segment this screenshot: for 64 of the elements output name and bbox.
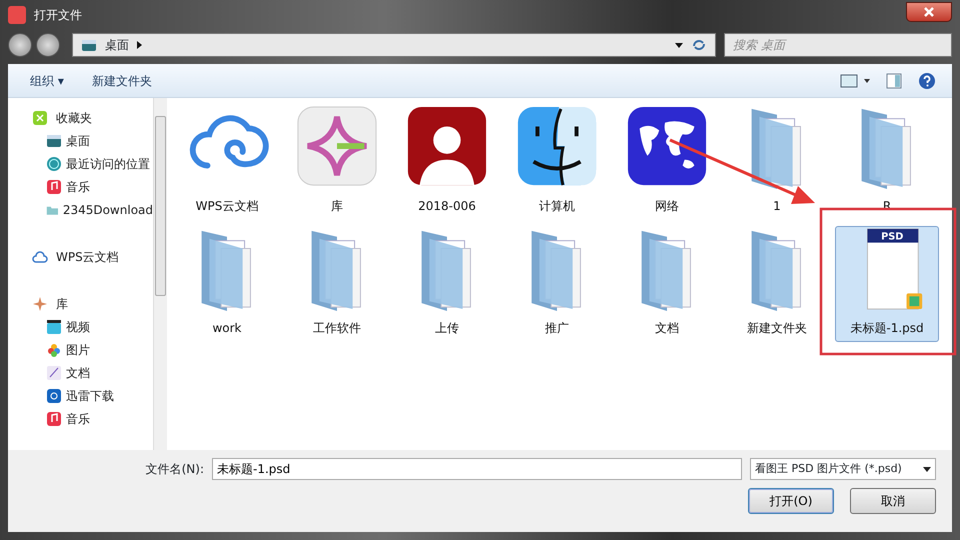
- toolbar-button[interactable]: 新建文件夹: [86, 70, 158, 90]
- file-item[interactable]: 上传: [395, 226, 499, 342]
- dropdown-arrow-icon[interactable]: [923, 466, 931, 472]
- sparkle-icon: [32, 296, 48, 312]
- file-item[interactable]: 库: [285, 104, 389, 220]
- file-item[interactable]: 文档: [615, 226, 719, 342]
- sidebar-item[interactable]: 音乐: [66, 410, 90, 428]
- pen-icon: [46, 364, 62, 380]
- document-icon: [866, 228, 919, 310]
- filetype-dropdown[interactable]: 看图王 PSD 图片文件 (*.psd): [750, 458, 936, 480]
- dropdown-arrow-icon[interactable]: [675, 42, 683, 48]
- file-item[interactable]: WPS云文档: [175, 104, 279, 220]
- chevron-icon[interactable]: [137, 41, 143, 49]
- scrollbar-thumb[interactable]: [155, 116, 166, 296]
- flower-icon: [46, 342, 62, 358]
- app-icon: [8, 6, 26, 24]
- preview-pane-icon[interactable]: [886, 72, 902, 88]
- refresh-icon[interactable]: [691, 38, 707, 52]
- sidebar-group[interactable]: WPS云文档: [56, 248, 119, 266]
- view-icon[interactable]: [840, 74, 870, 88]
- file-item[interactable]: PSD 未标题-1.psd: [835, 226, 939, 342]
- desktop-icon: [81, 38, 97, 52]
- sidebar-item[interactable]: 音乐: [66, 178, 90, 196]
- sidebar-item[interactable]: 桌面: [66, 132, 90, 150]
- sidebar-item[interactable]: 文档: [66, 364, 90, 382]
- file-item[interactable]: 1: [725, 104, 829, 220]
- music-note-icon: [46, 178, 62, 194]
- sidebar-item[interactable]: 2345Download: [62, 200, 153, 218]
- address-bar[interactable]: 桌面: [72, 33, 716, 57]
- sidebar-item[interactable]: 图片: [66, 340, 90, 358]
- desktop-icon: [46, 132, 62, 148]
- forward-button[interactable]: [36, 33, 60, 57]
- file-item[interactable]: 2018-006: [395, 104, 499, 220]
- cancel-button[interactable]: 取消: [850, 488, 936, 514]
- download-icon: [46, 388, 62, 404]
- open-button[interactable]: 打开(O): [748, 488, 834, 514]
- clapper-icon: [46, 318, 62, 334]
- sidebar-item[interactable]: 迅雷下载: [66, 386, 114, 404]
- filename-label: 文件名(N):: [146, 461, 204, 478]
- file-item[interactable]: 工作软件: [285, 226, 389, 342]
- cloud-icon: [32, 248, 48, 264]
- picture-badge-icon: [906, 293, 922, 310]
- file-item[interactable]: 推广: [505, 226, 609, 342]
- scrollbar[interactable]: [153, 98, 167, 450]
- toolbar-button[interactable]: 组织 ▾: [24, 70, 70, 90]
- help-icon[interactable]: [918, 72, 936, 90]
- file-item[interactable]: work: [175, 226, 279, 342]
- music-note-icon: [46, 410, 62, 426]
- file-item[interactable]: 新建文件夹: [725, 226, 829, 342]
- close-button[interactable]: [906, 2, 952, 22]
- search-field[interactable]: 搜索 桌面: [724, 33, 952, 57]
- file-item[interactable]: 网络: [615, 104, 719, 220]
- file-item[interactable]: 计算机: [505, 104, 609, 220]
- sidebar-group[interactable]: 库: [56, 294, 68, 312]
- sidebar-group[interactable]: 收藏夹: [56, 108, 92, 126]
- filename-field[interactable]: 未标题-1.psd: [212, 458, 742, 480]
- sidebar-item[interactable]: 视频: [66, 318, 90, 336]
- close-icon: [923, 7, 935, 17]
- icon-label: PSD: [881, 232, 904, 243]
- clock-icon: [46, 156, 62, 172]
- address-path: 桌面: [105, 37, 129, 54]
- back-button[interactable]: [8, 33, 32, 57]
- sidebar-item[interactable]: 最近访问的位置: [66, 154, 150, 172]
- window-title: 打开文件: [34, 7, 82, 24]
